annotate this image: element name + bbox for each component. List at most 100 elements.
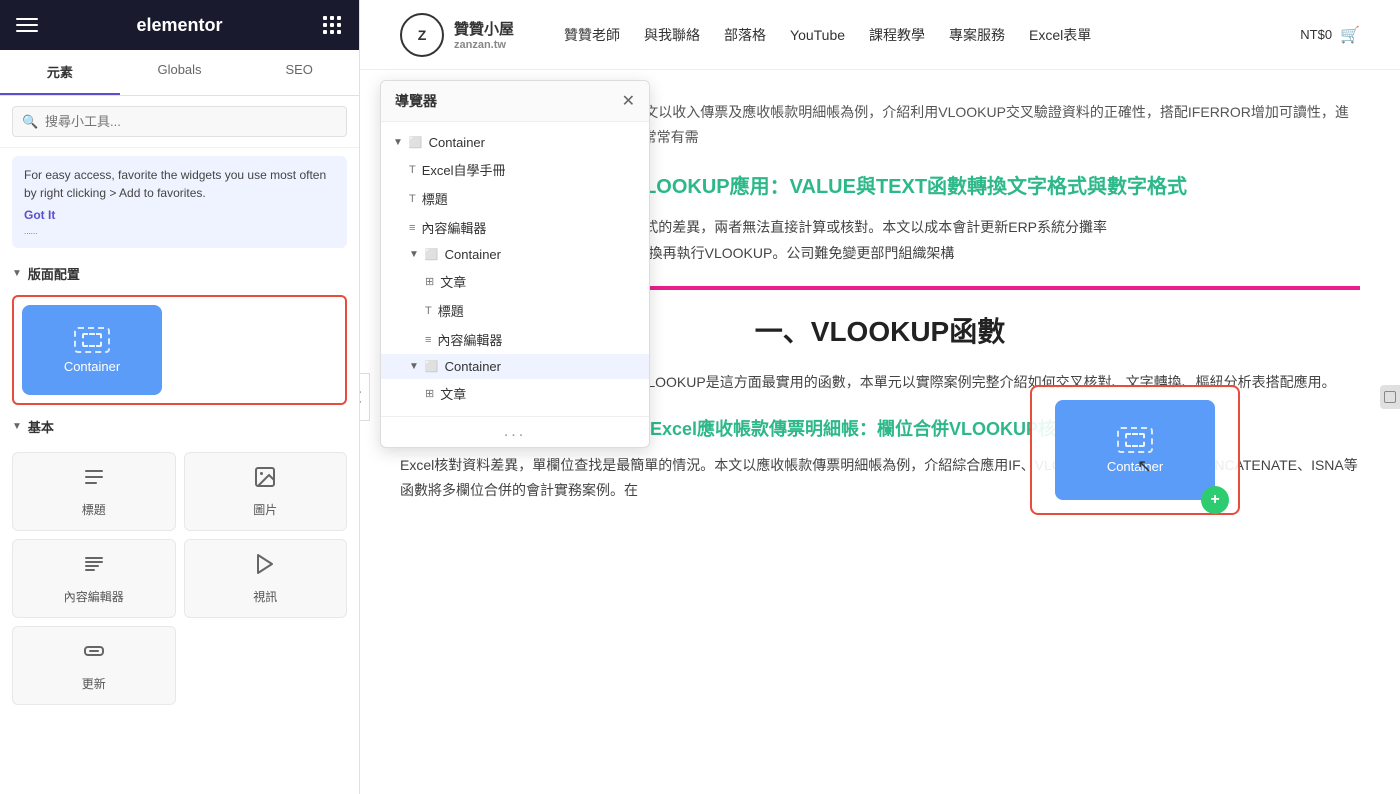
widget-content-editor[interactable]: 內容編輯器 bbox=[12, 539, 176, 618]
widget-image-label: 圖片 bbox=[253, 501, 277, 518]
nav-item-content-editor-2[interactable]: ≡ 內容編輯器 bbox=[381, 325, 649, 354]
navigator-panel: 導覽器 ✕ ▼ ⬜ Container T Excel自學手冊 T 標題 ≡ 內… bbox=[380, 80, 650, 448]
widget-button[interactable]: 更新 bbox=[12, 626, 176, 705]
nav-item-label-article1: 文章 bbox=[440, 272, 466, 291]
container-icon bbox=[74, 327, 110, 353]
tree-article-icon-1: ⊞ bbox=[425, 275, 434, 288]
tree-container-icon-2: ⬜ bbox=[425, 360, 439, 373]
basic-label: 基本 bbox=[28, 417, 54, 436]
nav-item-article-2[interactable]: ⊞ 文章 bbox=[381, 379, 649, 408]
nav-item-contact[interactable]: 與我聯絡 bbox=[644, 25, 700, 45]
nav-item-youtube[interactable]: YouTube bbox=[790, 27, 845, 43]
search-icon: 🔍 bbox=[22, 114, 38, 130]
sidebar-tabs: 元素 Globals SEO bbox=[0, 50, 359, 96]
panel-config-label: 版面配置 bbox=[28, 264, 80, 283]
search-input[interactable] bbox=[12, 106, 347, 137]
tab-seo[interactable]: SEO bbox=[239, 50, 359, 95]
tree-arrow-1: ▼ bbox=[409, 249, 419, 260]
nav-tree: ▼ ⬜ Container T Excel自學手冊 T 標題 ≡ 內容編輯器 ▼… bbox=[381, 122, 649, 416]
site-nav: Z 贊贊小屋 zanzan.tw 贊贊老師 與我聯絡 部落格 YouTube 課… bbox=[360, 0, 1400, 70]
cart-price: NT$0 bbox=[1300, 27, 1332, 42]
nav-item-label-editor2: 內容編輯器 bbox=[437, 330, 502, 349]
page-indicator[interactable] bbox=[1380, 385, 1400, 409]
hamburger-menu-icon[interactable] bbox=[16, 14, 38, 36]
nav-item-container-2[interactable]: ▼ ⬜ Container bbox=[381, 354, 649, 379]
widget-video-label: 視訊 bbox=[253, 588, 277, 605]
nav-panel-close-button[interactable]: ✕ bbox=[622, 91, 635, 111]
add-container-button[interactable]: + bbox=[1201, 486, 1229, 514]
got-it-button[interactable]: Got It bbox=[24, 206, 335, 224]
tree-container-icon-1: ⬜ bbox=[425, 248, 439, 261]
nav-item-label-heading1: 標題 bbox=[422, 189, 448, 208]
tree-text-icon-2: T bbox=[409, 193, 416, 205]
grid-menu-icon[interactable] bbox=[321, 14, 343, 36]
nav-item-heading-2[interactable]: T 標題 bbox=[381, 296, 649, 325]
widget-video[interactable]: 視訊 bbox=[184, 539, 348, 618]
tab-elements[interactable]: 元素 bbox=[0, 50, 120, 95]
widget-image[interactable]: 圖片 bbox=[184, 452, 348, 531]
container-drop-area: Container + ↖ bbox=[1030, 385, 1240, 515]
container-main-icon bbox=[1117, 427, 1153, 453]
tree-arrow-2: ▼ bbox=[409, 361, 419, 372]
nav-item-blog[interactable]: 部落格 bbox=[724, 25, 766, 45]
tip-text: For easy access, favorite the widgets yo… bbox=[24, 168, 326, 200]
tree-text-icon-1: T bbox=[409, 164, 416, 176]
tip-dots: ...... bbox=[24, 226, 335, 238]
panel-config-area: Container bbox=[12, 295, 347, 405]
tree-text-icon-3: T bbox=[425, 305, 432, 317]
nav-item-excel-handbook[interactable]: T Excel自學手冊 bbox=[381, 155, 649, 184]
container-main-icon-inner bbox=[1125, 433, 1145, 447]
button-icon bbox=[82, 639, 106, 669]
nav-item-container-0[interactable]: ▼ ⬜ Container bbox=[381, 130, 649, 155]
heading-icon bbox=[82, 465, 106, 495]
basic-arrow: ▼ bbox=[12, 421, 22, 432]
sidebar-header: elementor bbox=[0, 0, 359, 50]
nav-right: NT$0 🛒 bbox=[1300, 25, 1360, 45]
logo-text: 贊贊小屋 bbox=[454, 18, 514, 39]
panel-config-arrow: ▼ bbox=[12, 268, 22, 279]
basic-section-header[interactable]: ▼ 基本 bbox=[0, 409, 359, 444]
nav-item-heading-1[interactable]: T 標題 bbox=[381, 184, 649, 213]
tree-editor-icon-1: ≡ bbox=[409, 222, 415, 234]
cart-icon[interactable]: 🛒 bbox=[1340, 25, 1360, 45]
logo-letter: Z bbox=[418, 27, 427, 43]
nav-item-excel[interactable]: Excel表單 bbox=[1029, 25, 1091, 45]
container-widget-label: Container bbox=[64, 359, 120, 374]
panel-config-section-header[interactable]: ▼ 版面配置 bbox=[0, 256, 359, 291]
container-widget-main[interactable]: Container + bbox=[1055, 400, 1215, 500]
logo-circle: Z bbox=[400, 13, 444, 57]
video-icon bbox=[253, 552, 277, 582]
container-main-label: Container bbox=[1107, 459, 1163, 474]
nav-item-label-container2: Container bbox=[445, 359, 501, 374]
nav-items: 贊贊老師 與我聯絡 部落格 YouTube 課程教學 專案服務 Excel表單 bbox=[564, 25, 1270, 45]
nav-item-content-editor-1[interactable]: ≡ 內容編輯器 bbox=[381, 213, 649, 242]
nav-item-teacher[interactable]: 贊贊老師 bbox=[564, 25, 620, 45]
tab-globals[interactable]: Globals bbox=[120, 50, 240, 95]
logo-sub: zanzan.tw bbox=[454, 39, 514, 51]
site-logo[interactable]: Z 贊贊小屋 zanzan.tw bbox=[400, 13, 514, 57]
content-editor-icon bbox=[82, 552, 106, 582]
nav-item-label-container1: Container bbox=[445, 247, 501, 262]
tree-article-icon-2: ⊞ bbox=[425, 387, 434, 400]
widget-heading[interactable]: 標題 bbox=[12, 452, 176, 531]
page-indicator-icon bbox=[1384, 391, 1396, 403]
nav-item-label-excel: Excel自學手冊 bbox=[422, 160, 506, 179]
nav-item-services[interactable]: 專案服務 bbox=[949, 25, 1005, 45]
nav-item-label-article2: 文章 bbox=[440, 384, 466, 403]
container-icon-inner bbox=[82, 333, 102, 347]
nav-panel-title: 導覽器 bbox=[395, 91, 437, 111]
tree-editor-icon-2: ≡ bbox=[425, 334, 431, 346]
nav-more: ... bbox=[381, 416, 649, 447]
container-widget[interactable]: Container bbox=[22, 305, 162, 395]
widget-button-label: 更新 bbox=[82, 675, 106, 692]
tree-container-icon-0: ⬜ bbox=[409, 136, 423, 149]
nav-item-article-1[interactable]: ⊞ 文章 bbox=[381, 267, 649, 296]
nav-panel-header: 導覽器 ✕ bbox=[381, 81, 649, 122]
nav-item-container-1[interactable]: ▼ ⬜ Container bbox=[381, 242, 649, 267]
widget-heading-label: 標題 bbox=[82, 501, 106, 518]
collapse-sidebar-button[interactable] bbox=[360, 373, 370, 421]
nav-item-courses[interactable]: 課程教學 bbox=[869, 25, 925, 45]
cursor-icon: ↖ bbox=[1137, 456, 1152, 477]
image-icon bbox=[253, 465, 277, 495]
nav-item-label-0: Container bbox=[429, 135, 485, 150]
